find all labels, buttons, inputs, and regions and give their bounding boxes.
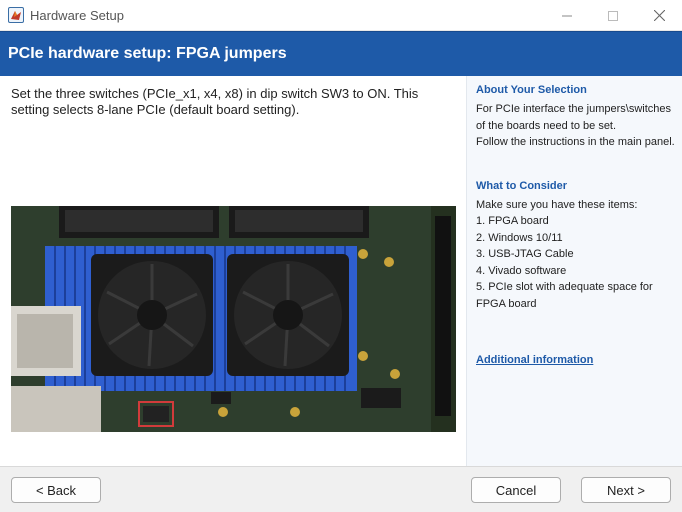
title-bar: Hardware Setup xyxy=(0,0,682,31)
list-item: 5. PCIe slot with adequate space for FPG… xyxy=(476,281,653,310)
app-icon xyxy=(8,7,24,23)
consider-intro: Make sure you have these items: xyxy=(476,199,638,211)
list-item: 3. USB-JTAG Cable xyxy=(476,248,574,260)
maximize-icon[interactable] xyxy=(590,0,636,31)
board-photo xyxy=(11,206,456,432)
requirements-list: 1. FPGA board 2. Windows 10/11 3. USB-JT… xyxy=(476,213,678,312)
list-item: 2. Windows 10/11 xyxy=(476,231,563,244)
list-item: 4. Vivado software xyxy=(476,264,567,277)
about-text: For PCIe interface the jumpers\switches … xyxy=(476,103,675,148)
window-title: Hardware Setup xyxy=(30,8,124,23)
back-button[interactable]: < Back xyxy=(11,477,101,503)
list-item: 1. FPGA board xyxy=(476,215,549,227)
instructions-text: Set the three switches (PCIe_x1, x4, x8)… xyxy=(11,86,419,117)
side-panel: About Your Selection For PCIe interface … xyxy=(466,76,682,466)
next-button[interactable]: Next > xyxy=(581,477,671,503)
about-heading: About Your Selection xyxy=(476,84,587,96)
page-header: PCIe hardware setup: FPGA jumpers xyxy=(0,31,682,76)
consider-heading: What to Consider xyxy=(476,180,568,192)
page-title: PCIe hardware setup: FPGA jumpers xyxy=(8,45,287,62)
additional-info-link[interactable]: Additional information xyxy=(476,354,593,366)
cancel-button[interactable]: Cancel xyxy=(471,477,561,503)
main-panel: Set the three switches (PCIe_x1, x4, x8)… xyxy=(0,76,466,466)
minimize-icon[interactable] xyxy=(544,0,590,31)
footer-bar: < Back Cancel Next > xyxy=(0,466,682,512)
close-icon[interactable] xyxy=(636,0,682,31)
